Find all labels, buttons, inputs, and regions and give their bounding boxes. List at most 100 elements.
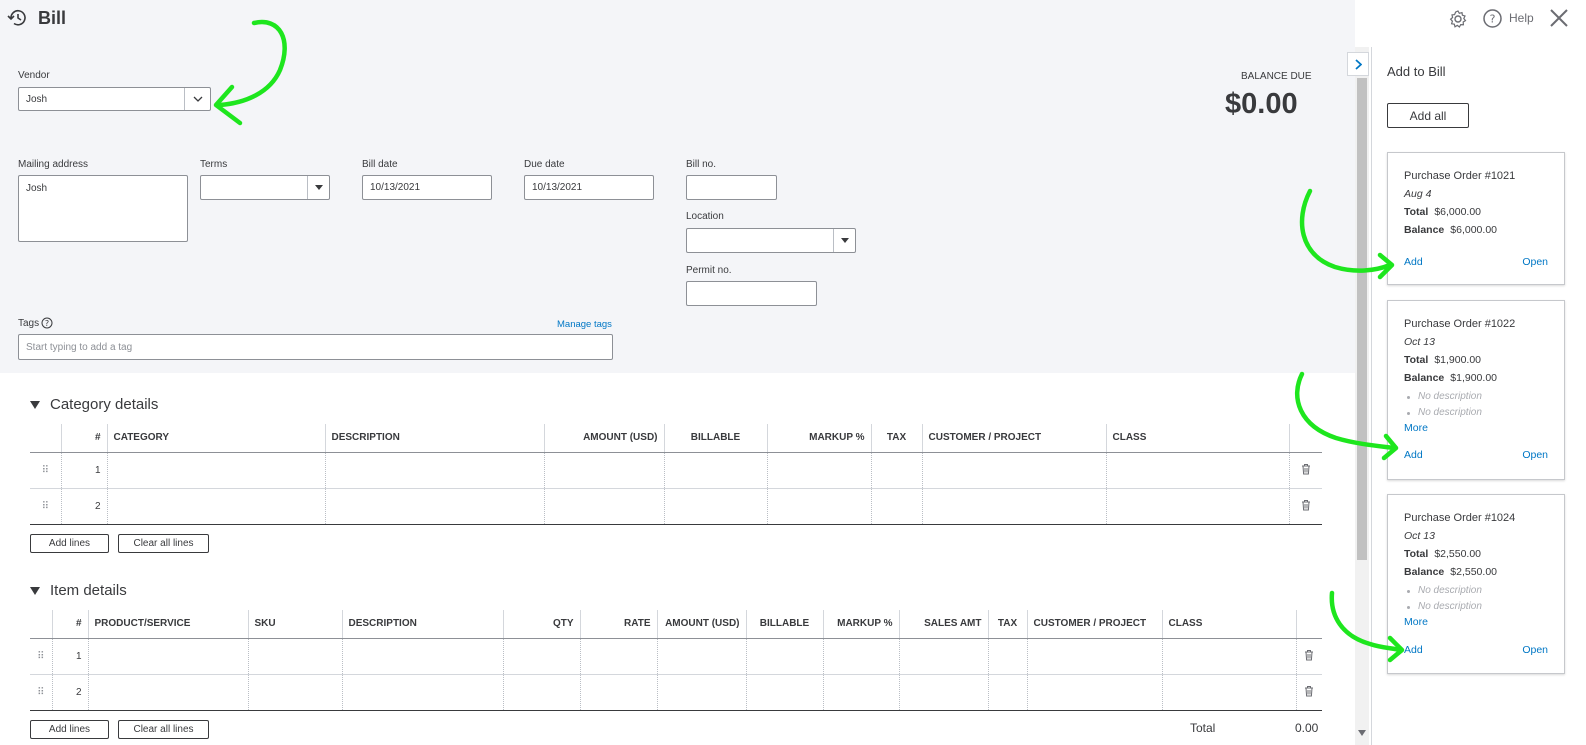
trash-icon[interactable]: [1289, 488, 1322, 525]
markup-cell[interactable]: [767, 452, 872, 489]
drag-handle-icon[interactable]: ⠿: [30, 452, 62, 489]
sales-amt-cell[interactable]: [899, 674, 989, 711]
category-details-toggle[interactable]: Category details: [30, 396, 158, 413]
sku-cell[interactable]: [248, 638, 343, 675]
billable-cell[interactable]: [746, 638, 824, 675]
po-add-link[interactable]: Add: [1404, 256, 1423, 268]
class-cell[interactable]: [1106, 488, 1290, 525]
class-cell[interactable]: [1162, 638, 1297, 675]
amount-cell[interactable]: [544, 452, 665, 489]
billable-cell[interactable]: [664, 488, 768, 525]
item-clear-lines-button[interactable]: Clear all lines: [118, 720, 209, 739]
permit-no-label: Permit no.: [686, 265, 732, 276]
title-bar: Bill ? Help: [0, 0, 1586, 40]
po-open-link[interactable]: Open: [1522, 449, 1548, 461]
caret-down-icon[interactable]: [307, 176, 329, 199]
product-service-cell[interactable]: [88, 638, 249, 675]
amount-cell[interactable]: [657, 638, 747, 675]
po-open-link[interactable]: Open: [1522, 644, 1548, 656]
po-add-link[interactable]: Add: [1404, 644, 1423, 656]
amount-cell[interactable]: [657, 674, 747, 711]
item-details-toggle[interactable]: Item details: [30, 582, 127, 599]
po-balance-label: Balance: [1404, 372, 1445, 384]
category-add-lines-button[interactable]: Add lines: [30, 534, 109, 553]
description-cell[interactable]: [325, 452, 545, 489]
scroll-down-icon[interactable]: [1358, 727, 1366, 739]
sku-cell[interactable]: [248, 674, 343, 711]
description-cell[interactable]: [342, 638, 504, 675]
drag-handle-icon[interactable]: ⠿: [30, 488, 62, 525]
drag-handle-icon[interactable]: ⠿: [30, 674, 53, 711]
customer-project-cell[interactable]: [922, 488, 1107, 525]
customer-project-cell[interactable]: [922, 452, 1107, 489]
add-all-button[interactable]: Add all: [1387, 103, 1469, 128]
qty-cell[interactable]: [503, 638, 581, 675]
help-link[interactable]: Help: [1509, 11, 1534, 25]
due-date-input[interactable]: 10/13/2021: [524, 175, 654, 200]
terms-select[interactable]: [200, 175, 330, 200]
vendor-select[interactable]: Josh: [18, 87, 211, 111]
purchase-order-card: Purchase Order #1022 Oct 13 Total $1,900.…: [1387, 300, 1565, 480]
markup-cell[interactable]: [767, 488, 872, 525]
help-icon[interactable]: ?: [1482, 8, 1503, 32]
tax-cell[interactable]: [988, 674, 1028, 711]
mailing-address-field[interactable]: Josh: [18, 175, 188, 242]
chevron-down-icon[interactable]: [184, 88, 210, 110]
close-icon[interactable]: [1549, 8, 1569, 31]
po-more-link[interactable]: More: [1404, 422, 1428, 434]
class-cell[interactable]: [1106, 452, 1290, 489]
trash-icon[interactable]: [1296, 638, 1322, 675]
description-cell[interactable]: [342, 674, 504, 711]
column-header: #: [61, 424, 108, 453]
sales-amt-cell[interactable]: [899, 638, 989, 675]
billable-cell[interactable]: [746, 674, 824, 711]
purchase-order-card: Purchase Order #1021 Aug 4 Total $6,000.0…: [1387, 152, 1565, 285]
drag-handle-icon[interactable]: ⠿: [30, 638, 53, 675]
amount-cell[interactable]: [544, 488, 665, 525]
collapse-panel-button[interactable]: [1347, 52, 1369, 76]
item-add-lines-button[interactable]: Add lines: [30, 720, 109, 739]
manage-tags-link[interactable]: Manage tags: [557, 319, 612, 330]
rate-cell[interactable]: [580, 674, 658, 711]
po-more-link[interactable]: More: [1404, 616, 1428, 628]
customer-project-cell[interactable]: [1027, 638, 1163, 675]
table-row[interactable]: ⠿ 2: [30, 488, 1322, 525]
bill-date-input[interactable]: 10/13/2021: [362, 175, 492, 200]
bill-no-input[interactable]: [686, 175, 777, 200]
po-add-link[interactable]: Add: [1404, 449, 1423, 461]
tax-cell[interactable]: [871, 488, 923, 525]
product-service-cell[interactable]: [88, 674, 249, 711]
info-icon[interactable]: ?: [41, 317, 53, 332]
tax-cell[interactable]: [871, 452, 923, 489]
table-row[interactable]: ⠿ 1: [30, 452, 1322, 489]
customer-project-cell[interactable]: [1027, 674, 1163, 711]
tags-input[interactable]: Start typing to add a tag: [18, 334, 613, 360]
description-cell[interactable]: [325, 488, 545, 525]
po-open-link[interactable]: Open: [1522, 256, 1548, 268]
po-line-description: No description: [1418, 407, 1482, 418]
trash-icon[interactable]: [1289, 452, 1322, 489]
column-header: CUSTOMER / PROJECT: [922, 424, 1107, 453]
qty-cell[interactable]: [503, 674, 581, 711]
category-clear-lines-button[interactable]: Clear all lines: [118, 534, 209, 553]
history-icon[interactable]: [7, 8, 29, 31]
permit-no-input[interactable]: [686, 281, 817, 306]
rate-cell[interactable]: [580, 638, 658, 675]
tax-cell[interactable]: [988, 638, 1028, 675]
category-cell[interactable]: [107, 452, 326, 489]
trash-icon[interactable]: [1296, 674, 1322, 711]
bullet: [1407, 590, 1410, 593]
billable-cell[interactable]: [664, 452, 768, 489]
markup-cell[interactable]: [823, 638, 900, 675]
class-cell[interactable]: [1162, 674, 1297, 711]
scrollbar-thumb[interactable]: [1357, 78, 1367, 560]
location-select[interactable]: [686, 228, 856, 253]
caret-down-icon[interactable]: [833, 229, 855, 252]
po-title: Purchase Order #1024: [1404, 512, 1516, 524]
table-row[interactable]: ⠿ 2: [30, 674, 1322, 711]
markup-cell[interactable]: [823, 674, 900, 711]
gear-icon[interactable]: [1448, 9, 1468, 32]
category-cell[interactable]: [107, 488, 326, 525]
table-row[interactable]: ⠿ 1: [30, 638, 1322, 675]
po-total: $6,000.00: [1434, 206, 1482, 218]
